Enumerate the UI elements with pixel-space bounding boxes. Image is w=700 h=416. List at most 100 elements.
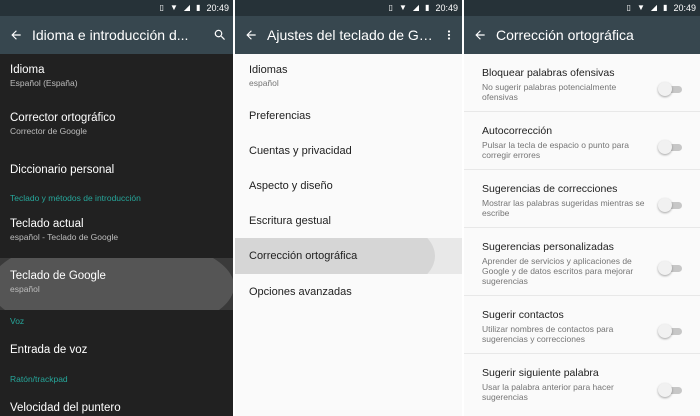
list-item-spellchecker[interactable]: Corrector ortográfico Corrector de Googl… <box>0 104 233 152</box>
item-title: Sugerencias personalizadas <box>482 241 614 253</box>
setting-correction-suggestions[interactable]: Sugerencias de correcciones Mostrar las … <box>464 170 700 228</box>
app-bar: Idioma e introducción d... <box>0 16 233 54</box>
wifi-icon: ▼ <box>169 3 178 12</box>
list-item-current-keyboard[interactable]: Teclado actual español - Teclado de Goog… <box>0 208 233 258</box>
settings-list: Bloquear palabras ofensivas No sugerir p… <box>464 54 700 412</box>
item-subtitle: Mostrar las palabras sugeridas mientras … <box>482 198 645 218</box>
setting-suggest-contacts[interactable]: Sugerir contactos Utilizar nombres de co… <box>464 296 700 354</box>
setting-autocorrection[interactable]: Autocorrección Pulsar la tecla de espaci… <box>464 112 700 170</box>
section-header-trackpad: Ratón/trackpad <box>10 374 68 384</box>
item-title: Diccionario personal <box>10 164 115 176</box>
toggle-switch[interactable] <box>658 261 684 275</box>
battery-icon: ▮ <box>425 3 430 12</box>
wifi-icon: ▼ <box>398 3 407 12</box>
app-bar: Ajustes del teclado de Goo... <box>235 16 462 54</box>
search-button[interactable] <box>207 28 233 42</box>
item-title: Autocorrección <box>482 125 553 137</box>
list-item-google-keyboard[interactable]: Teclado de Google español <box>0 258 233 310</box>
item-subtitle: Corrector de Google <box>10 126 88 136</box>
item-subtitle: Usar la palabra anterior para hacer suge… <box>482 382 614 402</box>
toggle-switch[interactable] <box>658 198 684 212</box>
signal-icon: ◢ <box>183 3 191 12</box>
list-item-appearance[interactable]: Aspecto y diseño <box>235 168 462 203</box>
setting-suggest-next-word[interactable]: Sugerir siguiente palabra Usar la palabr… <box>464 354 700 412</box>
item-title: Sugerir contactos <box>482 309 564 321</box>
list-item-accounts-privacy[interactable]: Cuentas y privacidad <box>235 133 462 168</box>
toggle-switch[interactable] <box>658 82 684 96</box>
battery-icon: ▮ <box>196 3 201 12</box>
status-bar: ▯ ▼ ◢ ▮ 20:49 <box>235 0 462 16</box>
status-time: 20:49 <box>206 3 229 13</box>
screen-keyboard-settings: ▯ ▼ ◢ ▮ 20:49 Ajustes del teclado de Goo… <box>235 0 462 416</box>
item-title: Teclado de Google <box>10 270 106 282</box>
item-title: Opciones avanzadas <box>249 285 352 298</box>
signal-icon: ◢ <box>650 3 658 12</box>
item-title: Idioma <box>10 64 45 76</box>
arrow-back-icon <box>11 30 21 40</box>
item-title: Entrada de voz <box>10 344 88 356</box>
item-title: Corrección ortográfica <box>249 250 358 262</box>
item-title: Cuentas y privacidad <box>249 144 352 157</box>
status-bar: ▯ ▼ ◢ ▮ 20:49 <box>464 0 700 16</box>
item-title: Preferencias <box>249 109 311 122</box>
search-icon <box>214 29 225 40</box>
list-item-voice-input[interactable]: Entrada de voz <box>0 332 233 368</box>
page-title: Idioma e introducción d... <box>32 27 189 43</box>
item-title: Aspecto y diseño <box>249 179 333 192</box>
list-item-gesture-typing[interactable]: Escritura gestual <box>235 203 462 238</box>
toggle-switch[interactable] <box>658 140 684 154</box>
item-subtitle: Pulsar la tecla de espacio o punto para … <box>482 140 629 160</box>
item-subtitle: español - Teclado de Google <box>10 232 119 242</box>
item-title: Sugerencias de correcciones <box>482 183 618 195</box>
item-title: Escritura gestual <box>249 214 331 227</box>
item-title: Idiomas <box>249 64 288 76</box>
item-title: Corrector ortográfico <box>10 112 116 124</box>
toggle-switch[interactable] <box>658 324 684 338</box>
item-subtitle: Español (España) <box>10 78 78 88</box>
status-time: 20:49 <box>435 3 458 13</box>
back-button[interactable] <box>0 28 32 42</box>
signal-icon: ◢ <box>412 3 420 12</box>
vibrate-icon: ▯ <box>626 3 631 12</box>
page-title: Corrección ortográfica <box>496 27 634 43</box>
item-subtitle: No sugerir palabras potencialmente ofens… <box>482 82 617 102</box>
section-header-keyboard: Teclado y métodos de introducción <box>10 193 141 203</box>
list-item-language[interactable]: Idioma Español (España) <box>0 54 233 104</box>
vibrate-icon: ▯ <box>388 3 393 12</box>
vibrate-icon: ▯ <box>159 3 164 12</box>
settings-list: Idiomas español Preferencias Cuentas y p… <box>235 54 462 309</box>
item-subtitle: Aprender de servicios y aplicaciones de … <box>482 256 634 286</box>
item-title: Bloquear palabras ofensivas <box>482 67 615 79</box>
list-item-preferences[interactable]: Preferencias <box>235 98 462 133</box>
list-item-advanced-options[interactable]: Opciones avanzadas <box>235 274 462 309</box>
item-subtitle: español <box>249 78 279 88</box>
arrow-back-icon <box>246 30 256 40</box>
item-title: Sugerir siguiente palabra <box>482 367 599 379</box>
screen-language-input: ▯ ▼ ◢ ▮ 20:49 Idioma e introducción d...… <box>0 0 233 416</box>
setting-personalized-suggestions[interactable]: Sugerencias personalizadas Aprender de s… <box>464 228 700 296</box>
screen-spell-correction: ▯ ▼ ◢ ▮ 20:49 Corrección ortográfica Blo… <box>464 0 700 416</box>
status-time: 20:49 <box>673 3 696 13</box>
section-header-voice: Voz <box>10 316 25 326</box>
page-title: Ajustes del teclado de Goo... <box>267 27 436 43</box>
item-subtitle: Utilizar nombres de contactos para suger… <box>482 324 614 344</box>
list-item-personal-dictionary[interactable]: Diccionario personal <box>0 152 233 188</box>
wifi-icon: ▼ <box>636 3 645 12</box>
more-vert-icon <box>447 30 451 40</box>
item-title: Teclado actual <box>10 218 84 230</box>
app-bar: Corrección ortográfica <box>464 16 700 54</box>
battery-icon: ▮ <box>663 3 668 12</box>
list-item-languages[interactable]: Idiomas español <box>235 54 462 98</box>
back-button[interactable] <box>464 28 496 42</box>
settings-list: Idioma Español (España) Corrector ortogr… <box>0 54 233 416</box>
item-subtitle: español <box>10 284 40 294</box>
status-bar: ▯ ▼ ◢ ▮ 20:49 <box>0 0 233 16</box>
overflow-menu-button[interactable] <box>436 28 462 42</box>
list-item-spell-correction[interactable]: Corrección ortográfica <box>235 238 462 274</box>
back-button[interactable] <box>235 28 267 42</box>
list-item-pointer-speed[interactable]: Velocidad del puntero <box>0 390 233 416</box>
toggle-switch[interactable] <box>658 382 684 397</box>
item-title: Velocidad del puntero <box>10 402 121 414</box>
triple-screenshot: ▯ ▼ ◢ ▮ 20:49 Idioma e introducción d...… <box>0 0 700 416</box>
setting-block-offensive[interactable]: Bloquear palabras ofensivas No sugerir p… <box>464 54 700 112</box>
